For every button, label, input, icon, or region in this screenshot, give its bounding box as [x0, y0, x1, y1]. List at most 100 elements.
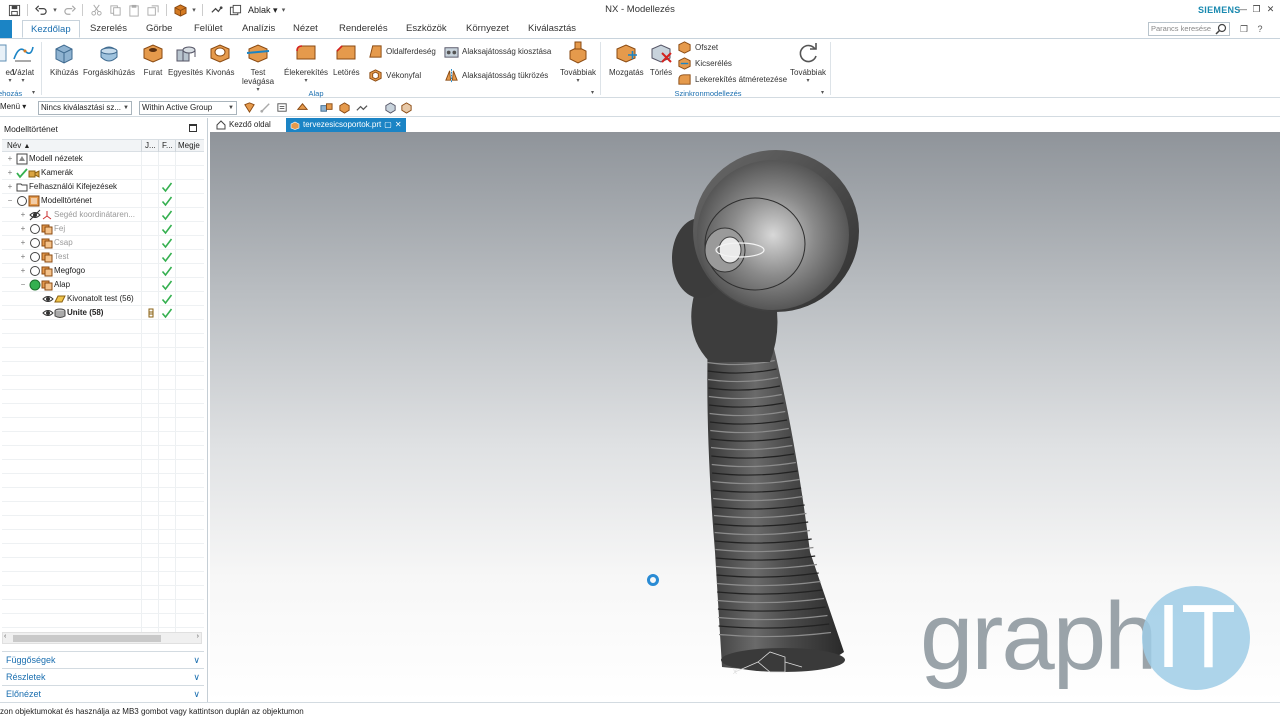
expand-toggle-icon[interactable]: +: [19, 236, 27, 249]
redo-icon[interactable]: [61, 2, 77, 18]
resize-blend-button[interactable]: Lekerekítés átméretezése: [677, 71, 787, 87]
expand-toggle-icon[interactable]: +: [19, 264, 27, 277]
window-menu[interactable]: Ablak ▾: [248, 5, 278, 16]
expand-toggle-icon[interactable]: −: [19, 278, 27, 291]
select-body-icon[interactable]: [338, 101, 352, 115]
tab-part-file[interactable]: tervezesicsoportok.prt ▢ ✕: [286, 118, 406, 132]
scroll-thumb[interactable]: [13, 635, 161, 642]
touch-mode-icon[interactable]: [208, 2, 224, 18]
search-icon[interactable]: [1215, 23, 1227, 35]
subtract-button[interactable]: Kivonás: [206, 41, 234, 77]
tab-kornyezet[interactable]: Környezet: [458, 20, 517, 38]
unite-button[interactable]: Egyesítés: [168, 41, 203, 77]
group-expand-icon[interactable]: ▾: [591, 89, 594, 96]
shell-button[interactable]: Vékonyfal: [368, 67, 421, 83]
panel-details[interactable]: Részletek ∨: [2, 668, 204, 684]
extrude-button[interactable]: Kihúzás: [50, 41, 78, 77]
repeat-icon[interactable]: [145, 2, 161, 18]
minimize-icon[interactable]: —: [1237, 2, 1248, 16]
tree-node-folder[interactable]: + Felhasználói Kifejezések: [2, 180, 204, 194]
popout-icon[interactable]: ▢: [384, 118, 392, 132]
tab-analizis[interactable]: Analízis: [234, 20, 283, 38]
tree-node-group-active[interactable]: − Alap: [2, 278, 204, 292]
close-icon[interactable]: ✕: [1265, 2, 1276, 16]
save-icon[interactable]: [6, 2, 22, 18]
active-group-radio-icon[interactable]: [29, 279, 41, 291]
snap-point-icon[interactable]: [259, 101, 273, 115]
pattern-feature-button[interactable]: Alaksajátosság kiosztása: [444, 43, 551, 59]
select-all-icon[interactable]: [320, 101, 334, 115]
expand-toggle-icon[interactable]: +: [6, 166, 14, 179]
delete-face-button[interactable]: Törlés: [649, 41, 673, 77]
link-icon[interactable]: [355, 101, 369, 115]
part-dropdown-icon[interactable]: ▾: [191, 6, 197, 14]
tree-node-model-views[interactable]: + Modell nézetek: [2, 152, 204, 166]
scroll-right-icon[interactable]: ›: [197, 633, 199, 640]
show-hide-icon[interactable]: [384, 101, 398, 115]
offset-region-button[interactable]: Ofszet: [677, 39, 718, 55]
panel-dependencies[interactable]: Függőségek ∨: [2, 651, 204, 667]
column-name[interactable]: Név ▲: [7, 141, 30, 150]
restore-icon[interactable]: ❐: [1251, 2, 1262, 16]
expand-toggle-icon[interactable]: +: [19, 250, 27, 263]
group-radio-icon[interactable]: [29, 265, 41, 277]
file-menu-tab[interactable]: [0, 20, 12, 38]
tree-node-extract-body[interactable]: Kivonatolt test (56): [2, 292, 204, 306]
help-icon[interactable]: ?: [1254, 23, 1266, 35]
visibility-eye-icon[interactable]: [29, 209, 41, 221]
main-menu-button[interactable]: Menü ▾: [0, 102, 26, 111]
tree-node-group[interactable]: + Csap: [2, 236, 204, 250]
curve-rule-icon[interactable]: [276, 101, 290, 115]
mirror-feature-button[interactable]: Alaksajátosság tükrözés: [444, 67, 548, 83]
feature-select-icon[interactable]: [296, 101, 310, 115]
tree-node-csys[interactable]: + Segéd koordinátaren...: [2, 208, 204, 222]
ribbon-restore-icon[interactable]: ❐: [1238, 23, 1250, 35]
chamfer-button[interactable]: Letörés: [333, 41, 360, 77]
part-icon[interactable]: [172, 2, 188, 18]
trim-body-button[interactable]: Test levágása ▾: [242, 41, 274, 95]
group-expand-icon[interactable]: ▾: [32, 89, 35, 96]
tree-node-history[interactable]: − Modelltörténet: [2, 194, 204, 208]
expand-toggle-icon[interactable]: +: [6, 152, 14, 165]
expand-toggle-icon[interactable]: +: [19, 208, 27, 221]
group-radio-icon[interactable]: [29, 251, 41, 263]
expand-toggle-icon[interactable]: +: [6, 180, 14, 193]
tree-node-group[interactable]: + Megfogo: [2, 264, 204, 278]
checkmark-icon[interactable]: [16, 167, 28, 179]
tab-home-page[interactable]: Kezdő oldal: [212, 118, 275, 132]
tree-node-camera[interactable]: + Kamerák: [2, 166, 204, 180]
close-tab-icon[interactable]: ✕: [395, 118, 402, 132]
customize-qat-icon[interactable]: ▾: [281, 6, 287, 14]
tree-node-group[interactable]: + Fej: [2, 222, 204, 236]
paste-icon[interactable]: [126, 2, 142, 18]
group-radio-icon[interactable]: [29, 237, 41, 249]
tab-felulet[interactable]: Felület: [186, 20, 231, 38]
column-f[interactable]: F...: [162, 141, 173, 150]
panel-preview[interactable]: Előnézet ∨: [2, 685, 204, 701]
maximize-panel-icon[interactable]: [189, 124, 197, 132]
invert-visibility-icon[interactable]: [400, 101, 414, 115]
edge-blend-button[interactable]: Élekerekítés ▾: [284, 41, 328, 86]
tab-gorbe[interactable]: Görbe: [138, 20, 180, 38]
hole-button[interactable]: Furat: [141, 41, 165, 77]
replace-face-button[interactable]: Kicserélés: [677, 55, 732, 71]
visibility-eye-icon[interactable]: [42, 293, 54, 305]
selection-scope-dropdown[interactable]: Within Active Group ▼: [139, 101, 237, 115]
expand-toggle-icon[interactable]: −: [6, 194, 14, 207]
undo-icon[interactable]: [33, 2, 49, 18]
group-radio-icon[interactable]: [16, 195, 28, 207]
alap-more-button[interactable]: Továbbiak ▾: [560, 41, 596, 86]
sync-more-button[interactable]: Továbbiak ▾: [790, 41, 826, 86]
column-j[interactable]: J...: [145, 141, 156, 150]
horizontal-scrollbar[interactable]: ‹ ›: [2, 632, 202, 644]
move-face-button[interactable]: Mozgatás: [609, 41, 644, 77]
tab-szereles[interactable]: Szerelés: [82, 20, 135, 38]
tree-node-unite[interactable]: Unite (58): [2, 306, 204, 320]
revolve-button[interactable]: Forgáskihúzás: [83, 41, 135, 77]
tree-node-group[interactable]: + Test: [2, 250, 204, 264]
scroll-left-icon[interactable]: ‹: [4, 633, 6, 640]
expand-toggle-icon[interactable]: +: [19, 222, 27, 235]
group-expand-icon[interactable]: ▾: [821, 89, 824, 96]
tab-nezet[interactable]: Nézet: [285, 20, 326, 38]
cut-icon[interactable]: [88, 2, 104, 18]
